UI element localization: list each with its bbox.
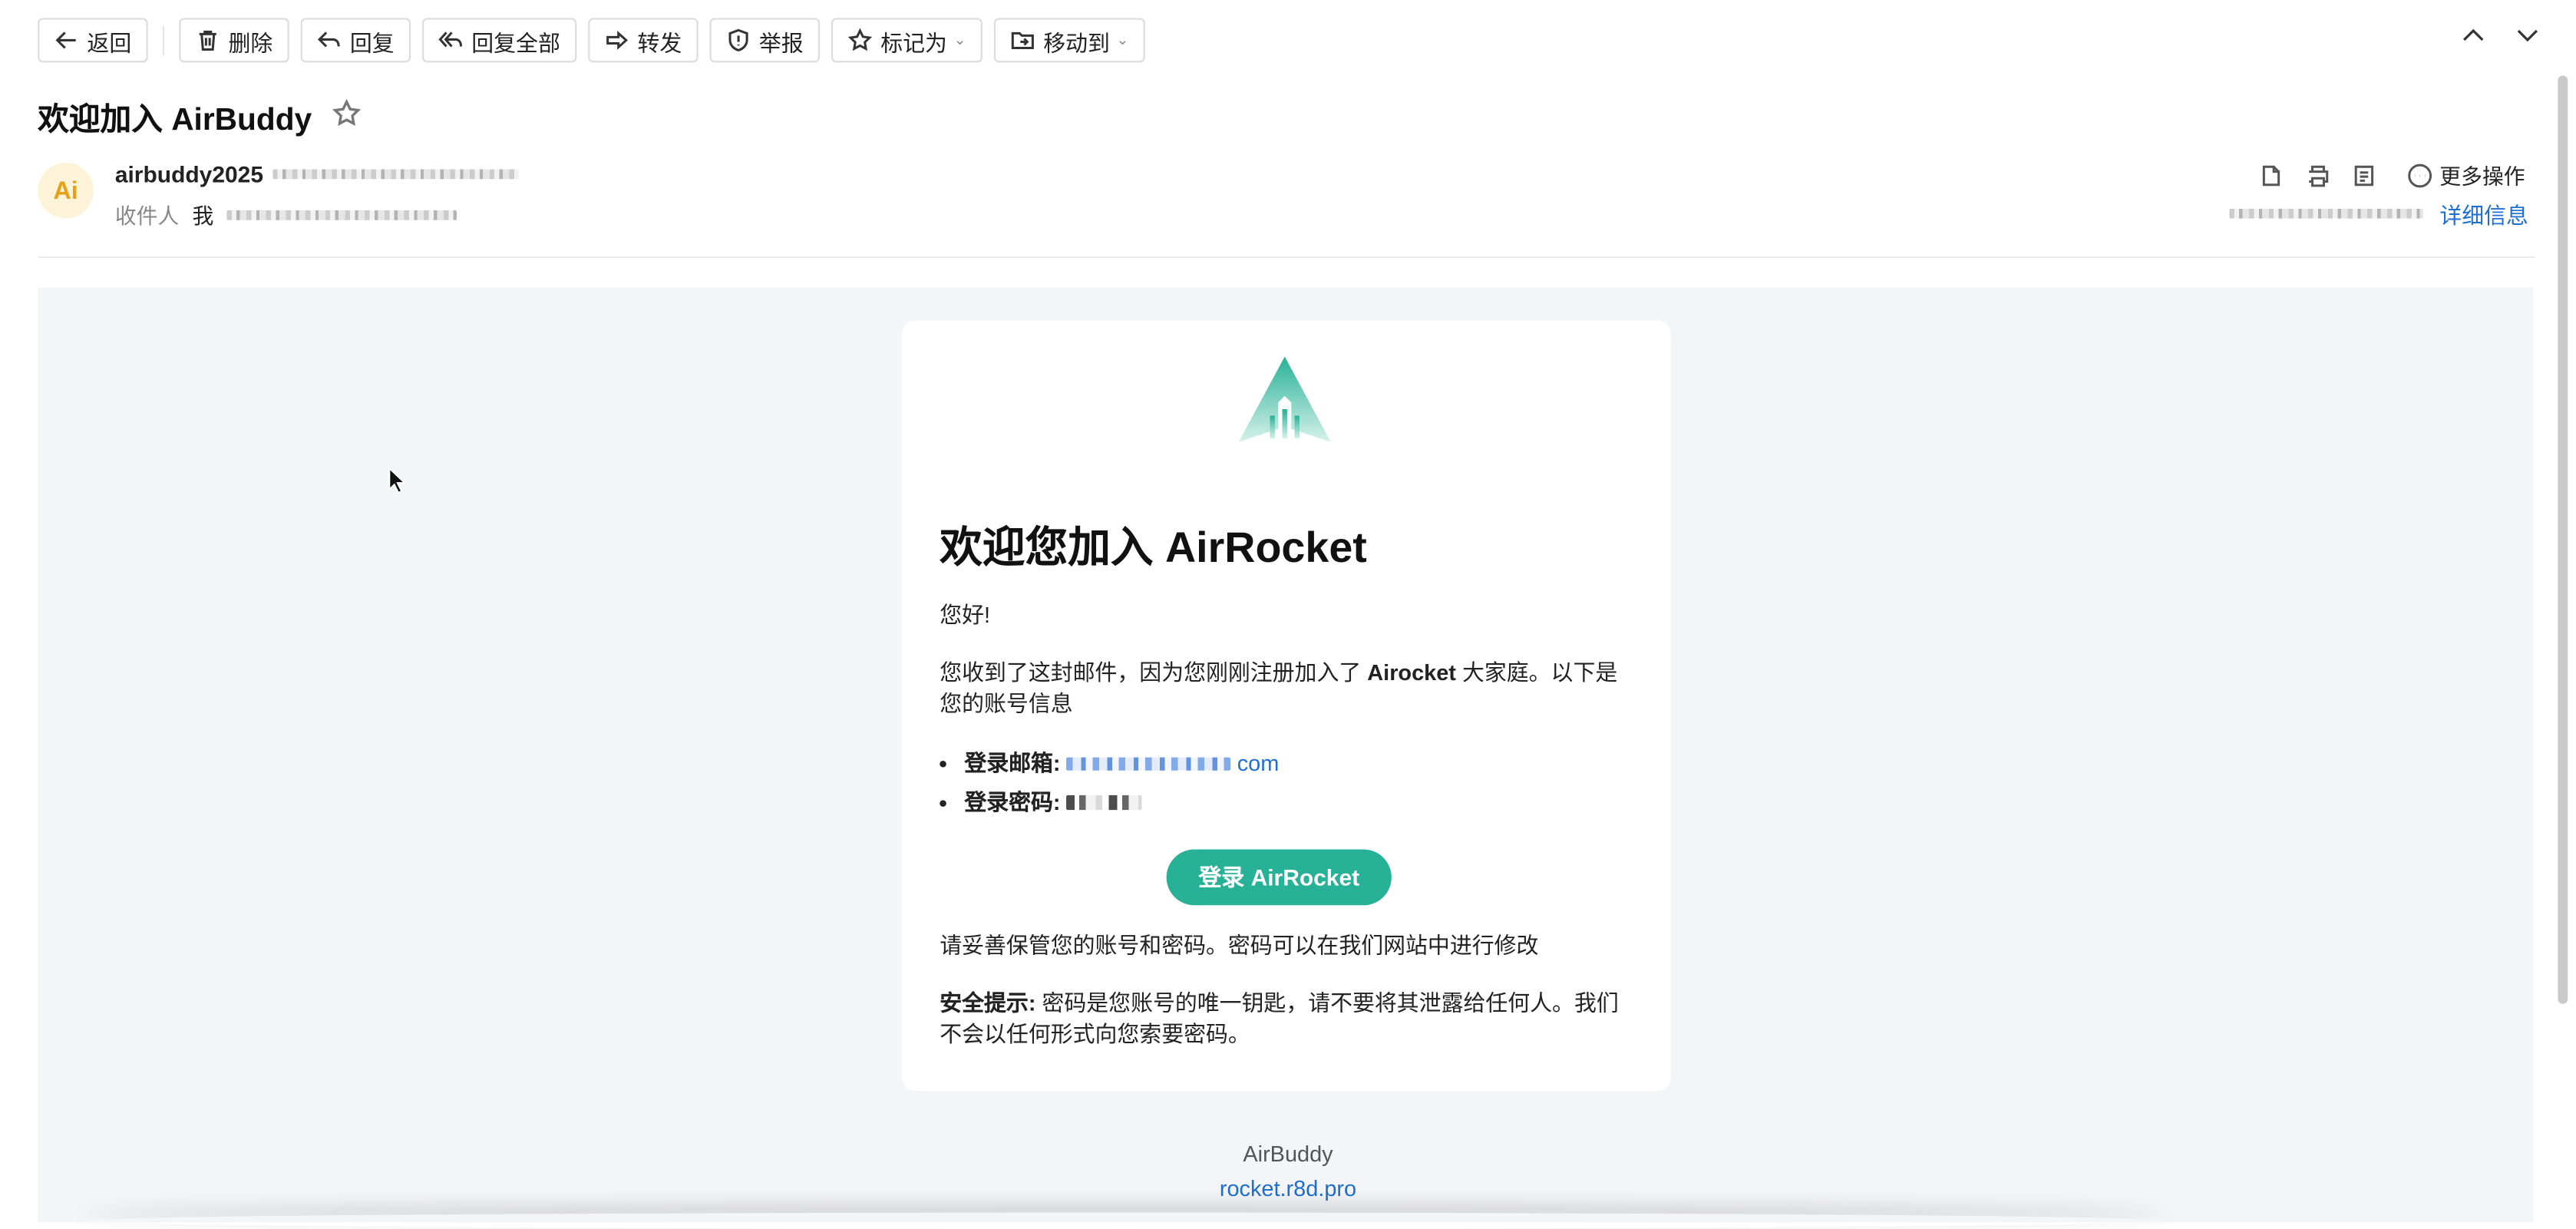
trash-icon bbox=[199, 30, 216, 51]
recipient-me[interactable]: 我 bbox=[192, 199, 213, 230]
sender[interactable]: airbuddy2025 bbox=[115, 161, 520, 187]
move-to-label: 移动到 bbox=[1043, 30, 1110, 55]
info-paragraph: 您收到了这封邮件，因为您刚刚注册加入了 Airocket 大家庭。以下是您的账号… bbox=[940, 657, 1633, 719]
forward-label: 转发 bbox=[637, 30, 682, 55]
login-email-suffix[interactable]: com bbox=[1237, 751, 1280, 775]
folder-move-icon bbox=[1011, 31, 1034, 49]
report-label: 举报 bbox=[758, 30, 804, 55]
more-actions-button[interactable]: 更多操作 bbox=[2407, 160, 2525, 191]
mail-content-card: 欢迎您加入 AirRocket 您好! 您收到了这封邮件，因为您刚刚注册加入了 … bbox=[902, 320, 1671, 1092]
arrow-left-icon bbox=[55, 31, 76, 49]
bottom-shadow bbox=[82, 1213, 2168, 1229]
chevron-down-icon: ⌄ bbox=[1116, 31, 1129, 48]
keep-safe-text: 请妥善保管您的账号和密码。密码可以在我们网站中进行修改 bbox=[940, 933, 1539, 958]
security-tip-label: 安全提示: bbox=[940, 990, 1036, 1016]
reply-all-icon bbox=[438, 31, 463, 48]
chevron-down-icon: ⌄ bbox=[953, 31, 966, 48]
print-icon[interactable] bbox=[2305, 162, 2331, 188]
more-actions-label: 更多操作 bbox=[2439, 164, 2525, 190]
star-outline-icon bbox=[847, 28, 873, 51]
reply-button[interactable]: 回复 bbox=[300, 18, 411, 63]
to-label: 收件人 bbox=[114, 203, 180, 229]
report-button[interactable]: 举报 bbox=[709, 18, 821, 63]
toolbar-divider bbox=[162, 25, 165, 55]
header-divider bbox=[38, 256, 2535, 259]
details-link[interactable]: 详细信息 bbox=[2439, 197, 2528, 230]
vertical-scrollbar[interactable] bbox=[2558, 75, 2568, 1004]
reply-all-button[interactable]: 回复全部 bbox=[422, 18, 577, 63]
star-icon[interactable] bbox=[332, 98, 362, 136]
sender-avatar[interactable]: Ai bbox=[38, 162, 94, 219]
security-tip-text: 密码是您账号的唯一钥匙，请不要将其泄露给任何人。我们不会以任何形式向您索要密码。 bbox=[940, 990, 1619, 1047]
forward-button[interactable]: 转发 bbox=[588, 18, 698, 63]
login-password-label: 登录密码: bbox=[964, 790, 1061, 815]
header-actions: 更多操作 bbox=[2259, 160, 2525, 191]
date-detail-row: 详细信息 bbox=[2229, 197, 2528, 230]
shield-alert-icon bbox=[728, 28, 748, 52]
redacted-login-password bbox=[1066, 795, 1143, 811]
mail-reader: 返回 删除 回复 回复全部 转发 举报 标记为 ⌄ 移动到 ⌄ 欢迎加入 Air… bbox=[0, 0, 2576, 1223]
login-password-item: 登录密码: bbox=[964, 787, 1279, 818]
redacted-date bbox=[2229, 208, 2423, 219]
footer-brand: AirBuddy bbox=[1243, 1141, 1333, 1167]
note-icon[interactable] bbox=[2351, 162, 2377, 188]
subject-row: 欢迎加入 AirBuddy bbox=[38, 95, 361, 140]
redacted-recipient-address bbox=[226, 209, 457, 220]
delete-label: 删除 bbox=[228, 30, 273, 55]
back-label: 返回 bbox=[87, 30, 132, 55]
forward-icon bbox=[606, 31, 628, 50]
move-to-dropdown[interactable]: 移动到 ⌄ bbox=[993, 18, 1145, 63]
greeting: 您好! bbox=[940, 603, 991, 628]
reply-icon bbox=[317, 31, 340, 48]
redacted-login-email bbox=[1066, 757, 1231, 771]
more-horizontal-icon bbox=[2408, 163, 2432, 187]
mark-as-label: 标记为 bbox=[880, 30, 947, 55]
login-airrocket-button[interactable]: 登录 AirRocket bbox=[1166, 849, 1392, 906]
redacted-sender-address bbox=[272, 169, 520, 180]
next-mail-chevron-down-icon[interactable] bbox=[2515, 23, 2540, 48]
reply-all-label: 回复全部 bbox=[471, 30, 560, 55]
login-email-item: 登录邮箱: com bbox=[964, 748, 1279, 779]
mouse-cursor-icon bbox=[388, 466, 408, 494]
open-in-new-window-icon[interactable] bbox=[2259, 162, 2285, 188]
toolbar: 返回 删除 回复 回复全部 转发 举报 标记为 ⌄ 移动到 ⌄ bbox=[38, 16, 1145, 64]
mark-as-dropdown[interactable]: 标记为 ⌄ bbox=[831, 18, 983, 63]
mail-subject: 欢迎加入 AirBuddy bbox=[38, 103, 312, 138]
sender-name: airbuddy2025 bbox=[114, 160, 264, 187]
info-brand-text: Airocket bbox=[1367, 660, 1456, 686]
security-tip: 安全提示: 密码是您账号的唯一钥匙，请不要将其泄露给任何人。我们不会以任何形式向… bbox=[940, 987, 1636, 1049]
back-button[interactable]: 返回 bbox=[38, 18, 148, 63]
welcome-heading: 欢迎您加入 AirRocket bbox=[940, 522, 1367, 572]
footer-link[interactable]: rocket.r8d.pro bbox=[0, 1176, 2576, 1201]
reply-label: 回复 bbox=[349, 30, 395, 55]
credentials-list: 登录邮箱: com 登录密码: bbox=[940, 748, 1279, 827]
previous-mail-chevron-up-icon[interactable] bbox=[2461, 23, 2485, 48]
info-pre-text: 您收到了这封邮件，因为您刚刚注册加入了 bbox=[940, 660, 1368, 686]
delete-button[interactable]: 删除 bbox=[179, 18, 289, 63]
mail-navigation bbox=[2461, 23, 2540, 48]
airrocket-logo-icon bbox=[1238, 356, 1331, 442]
recipient-row: 收件人 我 bbox=[115, 199, 457, 230]
login-email-label: 登录邮箱: bbox=[964, 751, 1061, 776]
